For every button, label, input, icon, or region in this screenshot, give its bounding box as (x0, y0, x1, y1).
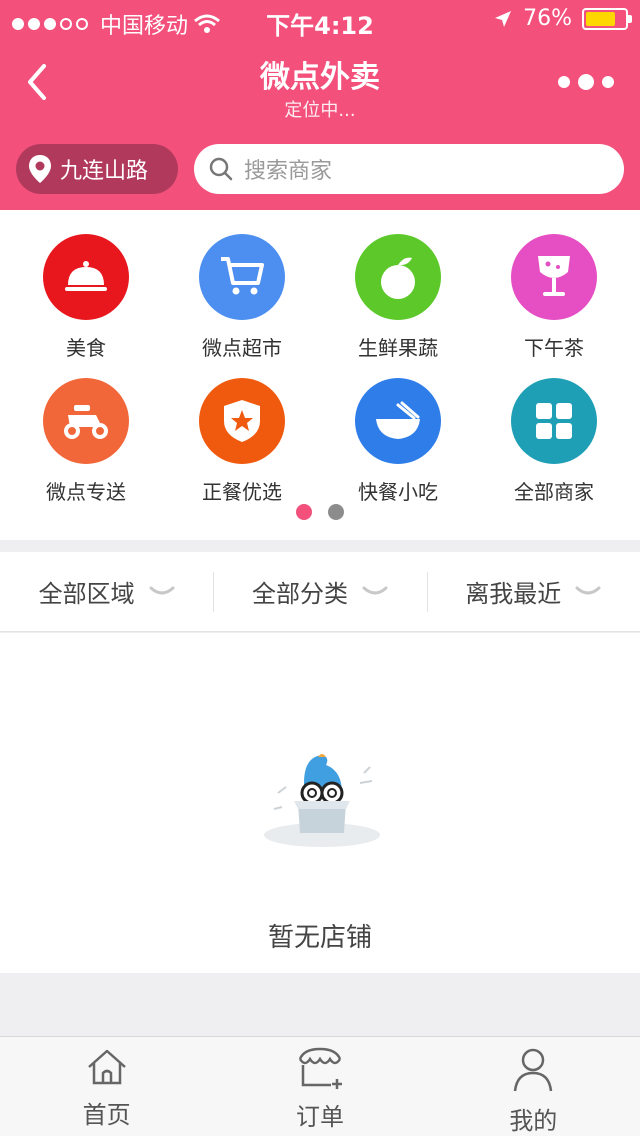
category-label: 美食 (66, 336, 106, 360)
tab-profile[interactable]: 我的 (427, 1037, 640, 1136)
tab-orders[interactable]: 订单 (213, 1037, 426, 1136)
category-snacks[interactable]: 快餐小吃 (320, 378, 476, 505)
location-arrow-icon (495, 10, 512, 27)
category-label: 生鲜果蔬 (358, 336, 438, 360)
filter-bar: 全部区域 全部分类 离我最近 (0, 552, 640, 632)
category-grid: 美食 微点超市 生鲜果蔬 下午茶 微点专送 正餐优选 快餐小吃 全部商家 (0, 210, 640, 540)
empty-state-text: 暂无店铺 (267, 923, 372, 953)
location-button[interactable]: 九连山路 (16, 144, 178, 194)
battery-icon (582, 7, 632, 30)
star-shield-icon (199, 378, 285, 464)
chevron-down-icon (362, 586, 388, 594)
category-food[interactable]: 美食 (8, 234, 164, 361)
more-icon[interactable] (558, 74, 614, 90)
category-label: 正餐优选 (202, 480, 282, 504)
category-label: 微点专送 (46, 480, 126, 504)
search-placeholder: 搜索商家 (244, 159, 333, 184)
filter-sort[interactable]: 离我最近 (426, 552, 640, 631)
home-icon (87, 1049, 126, 1085)
page-indicator[interactable] (0, 504, 640, 520)
category-delivery[interactable]: 微点专送 (8, 378, 164, 505)
tab-home[interactable]: 首页 (0, 1037, 213, 1136)
food-cloche-icon (43, 234, 129, 320)
status-bar: 中国移动 下午4:12 76% (0, 0, 640, 40)
empty-mascot-icon (264, 754, 380, 847)
page-title: 微点外卖 (260, 60, 380, 95)
header: 中国移动 下午4:12 76% 微点外卖 定位中... 九连山路 搜索商家 (0, 0, 640, 210)
page-dot-active[interactable] (296, 504, 312, 520)
map-pin-icon (29, 155, 51, 183)
shop-awning-icon (298, 1047, 342, 1089)
category-supermarket[interactable]: 微点超市 (164, 234, 320, 361)
drink-glass-icon (511, 234, 597, 320)
shopping-cart-icon (199, 234, 285, 320)
noodle-bowl-icon (355, 378, 441, 464)
apple-icon (355, 234, 441, 320)
tab-label: 订单 (295, 1103, 344, 1131)
battery-percent: 76% (523, 6, 572, 31)
search-icon (209, 157, 233, 181)
category-meals[interactable]: 正餐优选 (164, 378, 320, 505)
tab-bar: 首页 订单 我的 (0, 1036, 640, 1136)
filter-label: 全部区域 (38, 580, 135, 608)
chevron-down-icon (575, 586, 601, 594)
search-input[interactable]: 搜索商家 (194, 144, 624, 194)
category-label: 快餐小吃 (358, 480, 438, 504)
chevron-down-icon (149, 586, 175, 594)
filter-area[interactable]: 全部区域 (0, 552, 213, 631)
tab-label: 首页 (82, 1101, 131, 1129)
nav-bar: 微点外卖 定位中... (0, 40, 640, 130)
location-label: 九连山路 (60, 159, 149, 184)
page-subtitle: 定位中... (284, 100, 356, 121)
grid-icon (511, 378, 597, 464)
store-list: 暂无店铺 (0, 633, 640, 973)
category-label: 微点超市 (202, 336, 282, 360)
filter-label: 全部分类 (251, 580, 348, 608)
scooter-icon (43, 378, 129, 464)
category-label: 下午茶 (524, 336, 584, 360)
tab-label: 我的 (509, 1107, 558, 1135)
page-dot[interactable] (328, 504, 344, 520)
category-all-merchants[interactable]: 全部商家 (476, 378, 632, 505)
category-afternoon-tea[interactable]: 下午茶 (476, 234, 632, 361)
filter-category[interactable]: 全部分类 (213, 552, 426, 631)
category-label: 全部商家 (514, 480, 594, 504)
status-right: 76% (493, 6, 632, 31)
filter-label: 离我最近 (465, 580, 562, 608)
user-icon (514, 1048, 553, 1092)
category-fresh[interactable]: 生鲜果蔬 (320, 234, 476, 361)
